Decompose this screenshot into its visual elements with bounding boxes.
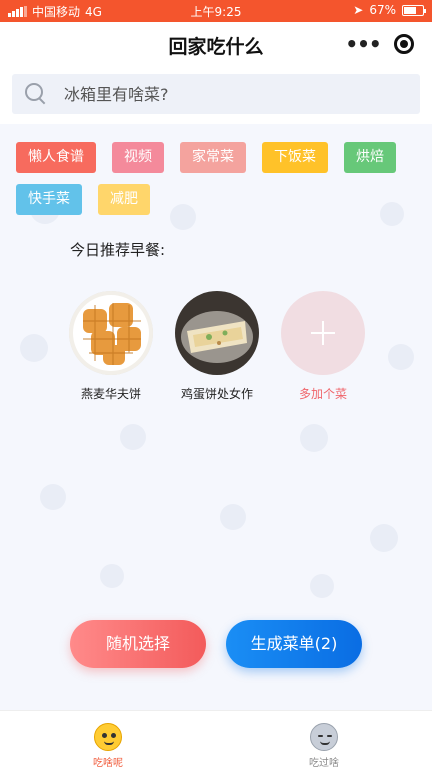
mini-program-capsule: ••• bbox=[344, 30, 418, 58]
dish-card[interactable]: 鸡蛋饼处女作 bbox=[174, 291, 260, 402]
neutral-face-icon bbox=[310, 723, 338, 751]
tab-bar: 吃啥呢 吃过啥 bbox=[0, 710, 432, 768]
plus-icon bbox=[281, 291, 365, 375]
tag-rice-dishes[interactable]: 下饭菜 bbox=[262, 142, 328, 173]
search-icon bbox=[24, 82, 48, 106]
close-miniprogram-button[interactable] bbox=[394, 34, 414, 54]
location-icon: ➤ bbox=[353, 3, 364, 17]
search-input[interactable] bbox=[64, 84, 384, 104]
battery-icon bbox=[402, 4, 426, 16]
egg-pancake-image bbox=[175, 291, 259, 375]
happy-face-icon bbox=[94, 723, 122, 751]
background-pattern bbox=[20, 334, 48, 362]
search-box[interactable] bbox=[12, 74, 420, 114]
tab-what-to-eat[interactable]: 吃啥呢 bbox=[68, 723, 148, 768]
tab-label: 吃啥呢 bbox=[93, 758, 123, 768]
add-dish-label: 多加个菜 bbox=[298, 387, 347, 401]
tag-home-cooking[interactable]: 家常菜 bbox=[180, 142, 246, 173]
main-content: 懒人食谱 视频 家常菜 下饭菜 烘焙 快手菜 减肥 今日推荐早餐: 燕麦华夫饼 … bbox=[0, 124, 432, 710]
battery-percent: 67% bbox=[369, 3, 396, 17]
recommendation-title: 今日推荐早餐: bbox=[70, 241, 166, 259]
recommended-dishes: 燕麦华夫饼 鸡蛋饼处女作 多加个菜 bbox=[68, 291, 366, 402]
dish-card[interactable]: 燕麦华夫饼 bbox=[68, 291, 154, 402]
navigation-bar: 回家吃什么 ••• bbox=[0, 22, 432, 66]
tag-video[interactable]: 视频 bbox=[112, 142, 164, 173]
tag-baking[interactable]: 烘焙 bbox=[344, 142, 396, 173]
background-pattern bbox=[300, 424, 328, 452]
background-pattern bbox=[370, 524, 398, 552]
background-pattern bbox=[100, 564, 124, 588]
category-tags: 懒人食谱 视频 家常菜 下饭菜 烘焙 快手菜 减肥 bbox=[16, 142, 416, 215]
background-pattern bbox=[310, 574, 334, 598]
background-pattern bbox=[40, 484, 66, 510]
tag-quick-dishes[interactable]: 快手菜 bbox=[16, 184, 82, 215]
generate-menu-button[interactable]: 生成菜单(2) bbox=[226, 620, 362, 668]
search-section bbox=[0, 66, 432, 124]
add-dish-button[interactable]: 多加个菜 bbox=[280, 291, 366, 402]
tab-label: 吃过啥 bbox=[309, 758, 339, 768]
status-bar: 中国移动 4G 上午9:25 ➤ 67% bbox=[0, 0, 432, 22]
tag-lazy-recipes[interactable]: 懒人食谱 bbox=[16, 142, 96, 173]
background-pattern bbox=[388, 344, 414, 370]
more-options-button[interactable]: ••• bbox=[344, 34, 382, 54]
random-choice-button[interactable]: 随机选择 bbox=[70, 620, 206, 668]
tag-diet[interactable]: 减肥 bbox=[98, 184, 150, 215]
dish-name: 鸡蛋饼处女作 bbox=[180, 387, 253, 401]
background-pattern bbox=[120, 424, 146, 450]
tab-eaten-history[interactable]: 吃过啥 bbox=[284, 723, 364, 768]
dish-name: 燕麦华夫饼 bbox=[80, 387, 141, 401]
waffle-image bbox=[69, 291, 153, 375]
background-pattern bbox=[220, 504, 246, 530]
